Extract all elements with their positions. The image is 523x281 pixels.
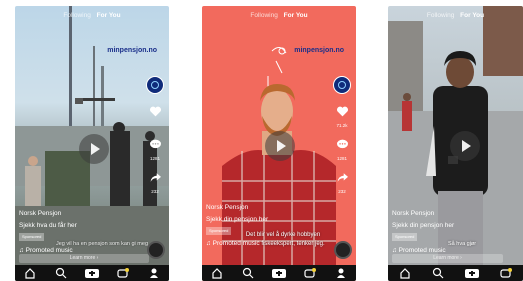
caption-block: Norsk Pensjon Sjekk din pensjon her Spon… [392, 210, 454, 241]
subtitle: Jeg vil ha en pensjon som kan gi meg [55, 241, 149, 247]
inbox-icon[interactable] [117, 267, 130, 279]
account-name[interactable]: Norsk Pensjon [206, 204, 268, 212]
inbox-icon[interactable] [304, 267, 317, 279]
caption-text: Sjekk hva du får her [19, 222, 77, 229]
subtitle-line-2: fiskeekspert, tenker jeg. [261, 241, 325, 247]
bottom-tab-bar [202, 265, 356, 281]
sponsored-badge: Sponsored [392, 233, 418, 241]
caption-block: Norsk Pensjon Sjekk hva du får her Spons… [19, 210, 77, 241]
tab-for-you[interactable]: For You [460, 12, 484, 19]
sponsored-badge: Sponsored [19, 233, 45, 241]
create-plus-icon[interactable] [465, 268, 480, 278]
home-icon[interactable] [211, 267, 223, 279]
music-disc-icon[interactable] [147, 241, 165, 259]
share-icon[interactable] [336, 172, 349, 183]
search-icon[interactable] [242, 267, 254, 279]
share-icon[interactable] [149, 172, 162, 183]
create-plus-icon[interactable] [271, 268, 286, 278]
music-disc-icon[interactable] [334, 241, 352, 259]
avatar[interactable] [333, 76, 351, 94]
video-card-3[interactable]: Following For You Norsk Pensjon Sjekk di… [388, 6, 523, 281]
tab-following[interactable]: Following [63, 12, 90, 19]
tab-following[interactable]: Following [250, 12, 277, 19]
account-name[interactable]: Norsk Pensjon [19, 210, 77, 218]
top-navigation: Following For You [202, 12, 356, 19]
action-rail: 1281 232 [145, 76, 165, 203]
learn-more-button[interactable]: Learn more › [19, 254, 149, 263]
video-card-2[interactable]: Following For You minpensjon.no 71.2k 12… [202, 6, 356, 281]
caption-text: Sjekk din pensjon her [392, 222, 455, 229]
comment-count: 1281 [149, 156, 160, 161]
music-label[interactable]: ♫ Promoted music [19, 247, 73, 254]
bottom-tab-bar [15, 265, 169, 281]
share-count: 232 [151, 189, 159, 194]
inbox-icon[interactable] [500, 267, 513, 279]
brand-watermark: minpensjon.no [107, 47, 157, 54]
action-rail: 71.2k 1281 232 [332, 76, 352, 203]
search-icon[interactable] [55, 267, 67, 279]
tab-for-you[interactable]: For You [97, 12, 121, 19]
search-icon[interactable] [432, 267, 444, 279]
music-label[interactable]: ♫ Promoted music [392, 247, 446, 254]
bottom-tab-bar [388, 265, 523, 281]
tab-following[interactable]: Following [427, 12, 454, 19]
profile-icon[interactable] [148, 267, 160, 279]
heart-icon[interactable] [149, 106, 162, 117]
create-plus-icon[interactable] [84, 268, 99, 278]
like-count: 71.2k [336, 123, 348, 128]
tab-for-you[interactable]: For You [284, 12, 308, 19]
home-icon[interactable] [24, 267, 36, 279]
comment-count: 1281 [336, 156, 347, 161]
caption-block: Norsk Pensjon Sjekk din pensjon her Spon… [206, 204, 268, 235]
play-icon[interactable] [450, 131, 480, 161]
subtitle: Så hva gjør [448, 241, 477, 247]
account-name[interactable]: Norsk Pensjon [392, 210, 454, 218]
profile-icon[interactable] [335, 267, 347, 279]
comment-icon[interactable] [149, 139, 162, 150]
caption-text: Sjekk din pensjon her [206, 216, 269, 223]
play-icon[interactable] [265, 131, 295, 161]
heart-icon[interactable] [336, 106, 349, 117]
play-icon[interactable] [79, 134, 109, 164]
home-icon[interactable] [399, 267, 411, 279]
subtitle-line-1: Det blir vel å dyrke hobbyen [245, 232, 321, 238]
avatar[interactable] [146, 76, 164, 94]
top-navigation: Following For You [388, 12, 523, 19]
comment-icon[interactable] [336, 139, 349, 150]
learn-more-button[interactable]: Learn more › [392, 254, 503, 263]
share-count: 232 [338, 189, 346, 194]
brand-watermark: minpensjon.no [294, 47, 344, 54]
video-card-1[interactable]: Following For You minpensjon.no 1281 232… [15, 6, 169, 281]
top-navigation: Following For You [15, 12, 169, 19]
